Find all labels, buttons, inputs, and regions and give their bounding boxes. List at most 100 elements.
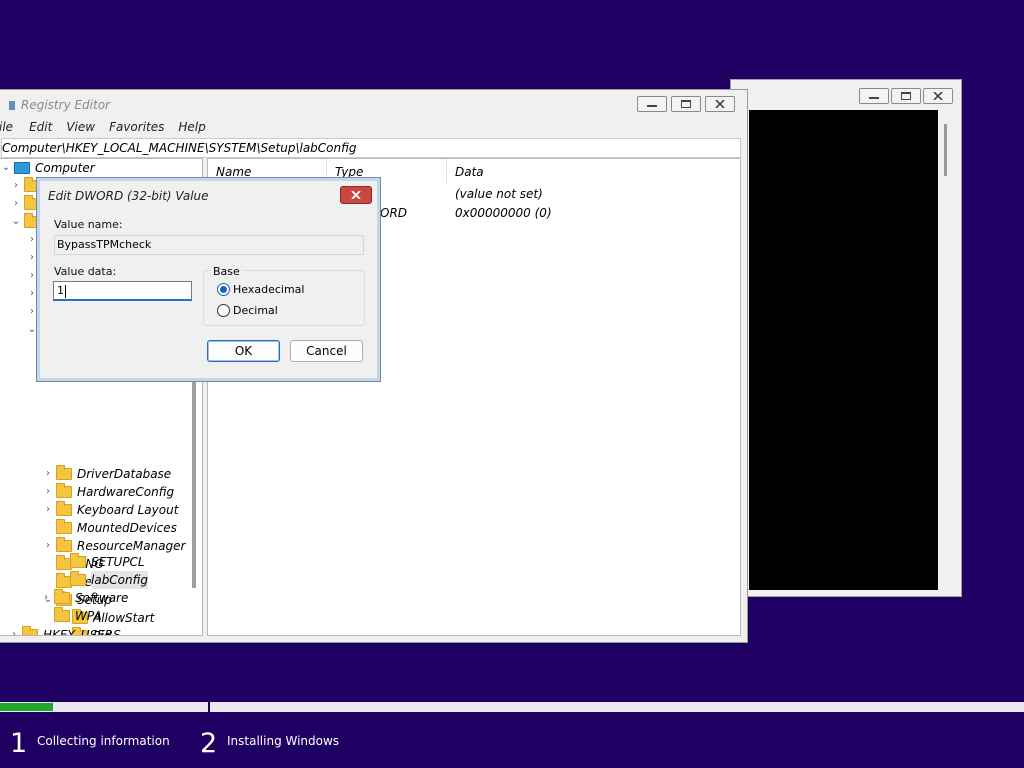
close-icon <box>715 100 725 108</box>
tree-item-label: AllowStart <box>93 611 155 625</box>
column-header-data[interactable]: Data <box>455 165 484 179</box>
tree-item-label: MountedDevices <box>77 521 177 535</box>
radio-button-checked[interactable] <box>217 283 230 296</box>
tree-item-resourcemanager[interactable]: › ResourceManager <box>42 537 185 555</box>
tree-item-label: Pid <box>93 629 112 636</box>
folder-icon <box>56 555 72 570</box>
tree-item-allowstart[interactable]: › AllowStart <box>58 609 154 627</box>
console-output <box>749 110 938 590</box>
folder-icon <box>56 537 72 552</box>
address-bar[interactable]: Computer\HKEY_LOCAL_MACHINE\SYSTEM\Setup… <box>1 138 741 158</box>
close-button[interactable] <box>705 96 735 112</box>
computer-icon <box>14 162 30 174</box>
dialog-body: Value name: BypassTPMcheck Value data: 1… <box>42 208 375 376</box>
value-data: 0x00000000 (0) <box>455 206 552 220</box>
step-label: Collecting information <box>37 734 170 748</box>
dialog-close-button[interactable] <box>340 186 372 204</box>
tree-item-setup[interactable]: ⌄ Setup <box>42 591 112 609</box>
column-separator[interactable] <box>446 159 447 183</box>
tree-item-hardwareconfig[interactable]: › HardwareConfig <box>42 483 174 501</box>
tree-item-label: RNG <box>77 557 104 571</box>
hexadecimal-option[interactable]: Hexadecimal <box>217 283 304 296</box>
tree-item-driverdatabase[interactable]: › DriverDatabase <box>42 465 171 483</box>
window-title: Registry Editor <box>9 98 110 112</box>
setup-progress-fill <box>0 703 54 711</box>
maximize-icon <box>681 100 691 108</box>
base-label: Base <box>211 265 242 278</box>
regedit-title-buttons <box>637 96 735 112</box>
folder-icon <box>56 519 72 534</box>
menu-bar: ile Edit View Favorites Help <box>0 120 214 134</box>
folder-icon <box>56 501 72 516</box>
folder-icon <box>56 573 72 588</box>
value-name-field: BypassTPMcheck <box>54 235 364 255</box>
tree-item-label: Computer <box>35 161 95 175</box>
maximize-button[interactable] <box>671 96 701 112</box>
maximize-button[interactable] <box>891 88 921 104</box>
tree-item-label: DriverDatabase <box>77 467 172 481</box>
minimize-button[interactable] <box>859 88 889 104</box>
chevron-down-icon[interactable]: ⌄ <box>0 159 12 177</box>
progress-step-divider <box>208 700 210 714</box>
text-cursor <box>65 284 66 298</box>
minimize-icon <box>647 105 657 107</box>
close-icon <box>351 191 361 199</box>
chevron-right-icon[interactable]: › <box>42 483 54 501</box>
step-number: 2 <box>200 728 218 759</box>
close-button[interactable] <box>923 88 953 104</box>
chevron-right-icon[interactable]: › <box>42 537 54 555</box>
step-number: 1 <box>10 728 28 759</box>
menu-help[interactable]: Help <box>178 120 213 134</box>
ok-button[interactable]: OK <box>207 340 280 362</box>
tree-item-label: Keyboard Layout <box>77 503 179 517</box>
minimize-icon <box>869 97 879 99</box>
chevron-right-icon[interactable]: › <box>42 465 54 483</box>
folder-icon <box>72 609 88 624</box>
hexadecimal-label: Hexadecimal <box>233 283 305 296</box>
edit-dword-dialog[interactable]: Edit DWORD (32-bit) Value Value name: By… <box>36 177 381 382</box>
maximize-icon <box>901 92 911 100</box>
close-icon <box>933 92 943 100</box>
tree-item-keyboard-layout[interactable]: › Keyboard Layout <box>42 501 178 519</box>
tree-item-mounteddevices[interactable]: MountedDevices <box>54 519 177 537</box>
chevron-right-icon[interactable]: › <box>10 195 22 213</box>
value-data-label: Value data: <box>54 265 117 278</box>
folder-icon <box>56 483 72 498</box>
value-data-input[interactable]: 1 <box>53 281 192 301</box>
chevron-right-icon[interactable]: › <box>42 501 54 519</box>
tree-item-computer[interactable]: ⌄ Computer <box>0 159 95 177</box>
cancel-button[interactable]: Cancel <box>290 340 363 362</box>
chevron-right-icon[interactable]: › <box>58 609 70 627</box>
tree-item-label: Select <box>77 575 115 589</box>
minimize-button[interactable] <box>637 96 667 112</box>
tree-item-rng[interactable]: RNG <box>54 555 104 573</box>
decimal-label: Decimal <box>233 304 278 317</box>
window-title-text: Registry Editor <box>21 98 110 112</box>
scrollbar-thumb[interactable] <box>944 124 947 176</box>
decimal-option[interactable]: Decimal <box>217 304 278 317</box>
chevron-down-icon[interactable]: ⌄ <box>10 213 22 231</box>
console-title-buttons <box>859 88 953 104</box>
value-data: (value not set) <box>455 187 543 201</box>
base-group <box>203 270 365 326</box>
menu-file[interactable]: ile <box>0 120 21 134</box>
console-scrollbar[interactable] <box>939 110 953 590</box>
menu-view[interactable]: View <box>66 120 103 134</box>
tree-item-label: Setup <box>77 593 112 607</box>
radio-button-unchecked[interactable] <box>217 304 230 317</box>
value-type: ORD <box>380 206 408 220</box>
step-label: Installing Windows <box>227 734 340 748</box>
dialog-title: Edit DWORD (32-bit) Value <box>48 189 209 203</box>
tree-item-label: ResourceManager <box>77 539 186 553</box>
value-data-text: 1 <box>57 284 64 297</box>
console-window[interactable] <box>730 79 962 597</box>
menu-favorites[interactable]: Favorites <box>109 120 172 134</box>
chevron-right-icon[interactable]: › <box>10 177 22 195</box>
tree-item-select[interactable]: Select <box>54 573 114 591</box>
folder-icon <box>72 627 88 635</box>
setup-progress-bar <box>0 702 1024 712</box>
tree-item-pid[interactable]: Pid <box>70 627 112 636</box>
value-name-label: Value name: <box>54 218 123 231</box>
chevron-down-icon[interactable]: ⌄ <box>42 591 54 609</box>
menu-edit[interactable]: Edit <box>29 120 60 134</box>
